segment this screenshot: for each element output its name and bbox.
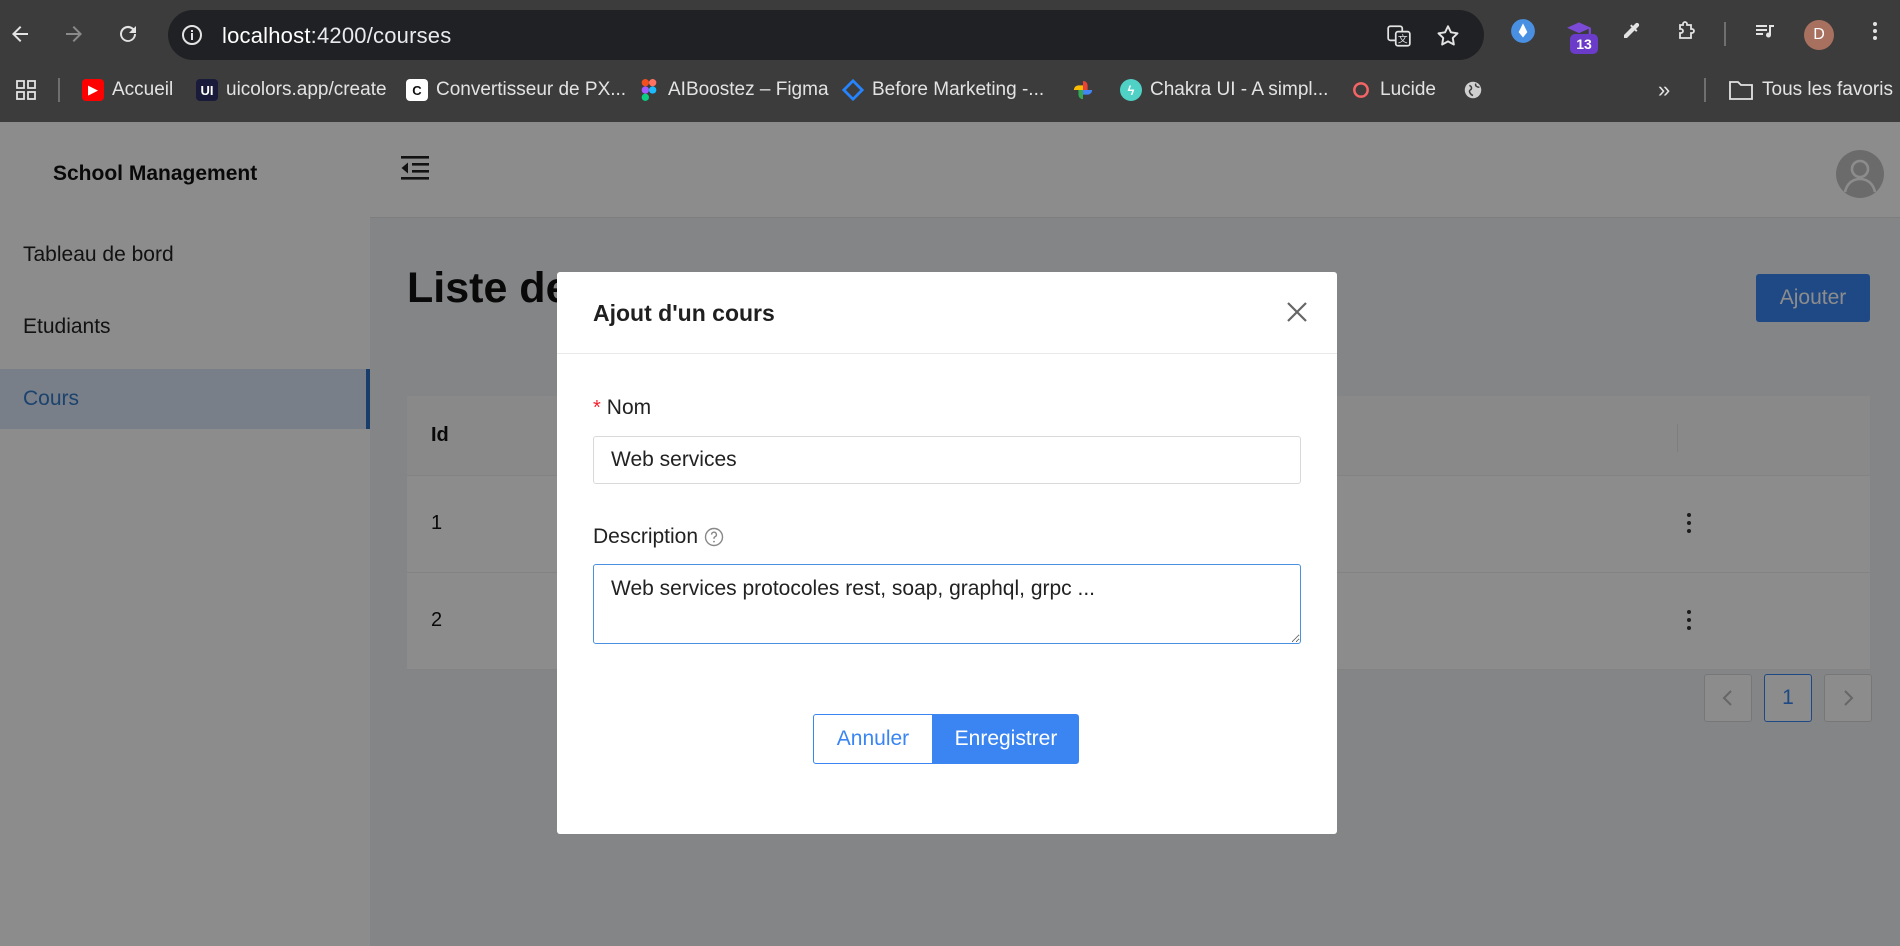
convertisseur-icon: C bbox=[406, 79, 428, 101]
svg-text:文: 文 bbox=[1398, 33, 1408, 46]
globe-icon bbox=[1462, 79, 1484, 101]
translate-icon[interactable]: 文 bbox=[1386, 23, 1412, 49]
more-bookmarks-chevron-icon[interactable]: » bbox=[1658, 72, 1670, 108]
youtube-icon: ▶ bbox=[82, 79, 104, 101]
help-circle-icon[interactable] bbox=[704, 527, 724, 547]
forward-button[interactable] bbox=[54, 14, 94, 54]
more-menu-icon[interactable] bbox=[1860, 16, 1890, 46]
arrow-left-icon bbox=[12, 26, 28, 42]
browser-toolbar: localhost:4200/courses 文 13 D ▶ Accueil … bbox=[0, 0, 1900, 122]
bookmark-lucide[interactable]: Lucide bbox=[1350, 72, 1436, 108]
description-label: Description bbox=[593, 525, 724, 549]
eyedropper-icon[interactable] bbox=[1616, 16, 1646, 46]
cancel-button[interactable]: Annuler bbox=[813, 714, 933, 764]
bookmark-uicolors[interactable]: UI uicolors.app/create bbox=[196, 72, 387, 108]
bookmark-chakra-ui[interactable]: ϟ Chakra UI - A simpl... bbox=[1120, 72, 1328, 108]
name-label: * Nom bbox=[593, 396, 652, 419]
bookmarks-separator bbox=[58, 78, 60, 102]
bookmark-globe[interactable] bbox=[1462, 72, 1484, 108]
add-course-modal: Ajout d'un cours * Nom Description Web s… bbox=[557, 272, 1337, 834]
reload-icon bbox=[120, 25, 136, 42]
arrow-right-icon bbox=[66, 26, 82, 42]
bookmark-google-photos[interactable] bbox=[1072, 72, 1094, 108]
bookmark-aiboostez-figma[interactable]: AIBoostez – Figma bbox=[638, 72, 829, 108]
save-button[interactable]: Enregistrer bbox=[933, 714, 1079, 764]
bookmark-star-icon[interactable] bbox=[1435, 23, 1461, 49]
google-photos-icon bbox=[1072, 79, 1094, 101]
course-description-textarea[interactable]: Web services protocoles rest, soap, grap… bbox=[593, 564, 1301, 644]
required-asterisk: * bbox=[593, 396, 601, 419]
extension-badge: 13 bbox=[1570, 34, 1598, 54]
toolbar-separator bbox=[1724, 22, 1726, 46]
lucide-icon bbox=[1350, 79, 1372, 101]
course-name-input[interactable] bbox=[593, 436, 1301, 484]
chakra-icon: ϟ bbox=[1120, 79, 1142, 101]
extensions-puzzle-icon[interactable] bbox=[1672, 16, 1702, 46]
uicolors-icon: UI bbox=[196, 79, 218, 101]
bookmarks-bar: ▶ Accueil UI uicolors.app/create C Conve… bbox=[0, 72, 1900, 108]
all-bookmarks-folder[interactable]: Tous les favoris bbox=[1728, 72, 1893, 108]
figma-icon bbox=[638, 79, 660, 101]
extension-pen-icon[interactable] bbox=[1508, 16, 1538, 46]
bookmark-before-marketing[interactable]: Before Marketing -... bbox=[842, 72, 1044, 108]
reload-button[interactable] bbox=[108, 14, 148, 54]
media-controls-icon[interactable] bbox=[1750, 16, 1780, 46]
modal-title: Ajout d'un cours bbox=[593, 300, 775, 326]
folder-icon bbox=[1729, 81, 1753, 100]
back-button[interactable] bbox=[0, 14, 40, 54]
bookmarks-separator bbox=[1704, 78, 1706, 102]
url-text: localhost:4200/courses bbox=[222, 23, 452, 48]
apps-grid-icon[interactable] bbox=[14, 72, 38, 108]
site-info-icon[interactable] bbox=[180, 23, 204, 47]
jira-icon bbox=[842, 79, 864, 101]
bookmark-convertisseur[interactable]: C Convertisseur de PX... bbox=[406, 72, 626, 108]
close-icon[interactable] bbox=[1283, 298, 1311, 326]
bookmark-accueil[interactable]: ▶ Accueil bbox=[82, 72, 173, 108]
address-bar[interactable]: localhost:4200/courses 文 bbox=[168, 10, 1484, 60]
modal-header: Ajout d'un cours bbox=[557, 272, 1337, 354]
profile-avatar[interactable]: D bbox=[1804, 20, 1834, 50]
